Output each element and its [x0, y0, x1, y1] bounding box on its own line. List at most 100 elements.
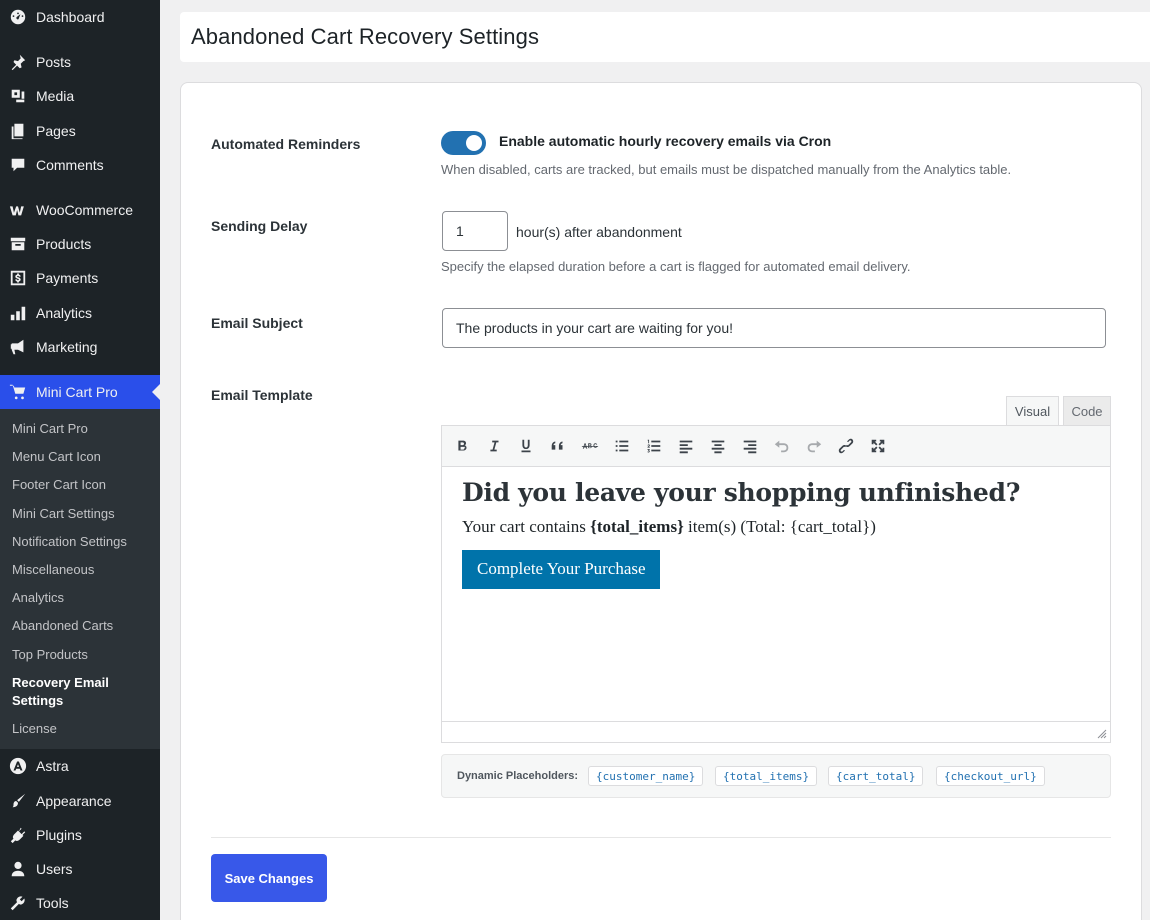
- email-template-editor[interactable]: Did you leave your shopping unfinished? …: [441, 425, 1111, 743]
- redo-icon[interactable]: [802, 434, 826, 458]
- delay-description: Specify the elapsed duration before a ca…: [441, 259, 911, 274]
- menu-item-posts[interactable]: Posts: [0, 45, 160, 79]
- tab-code[interactable]: Code: [1063, 396, 1111, 426]
- megaphone-icon: [8, 337, 28, 357]
- plug-icon: [8, 825, 28, 845]
- menu-item-media[interactable]: Media: [0, 79, 160, 113]
- menu-label: Marketing: [36, 339, 98, 355]
- menu-item-tools[interactable]: Tools: [0, 886, 160, 920]
- settings-card: Automated Reminders Enable automatic hou…: [180, 82, 1142, 920]
- pin-icon: [8, 52, 28, 72]
- menu-label: Dashboard: [36, 9, 105, 25]
- bullet-list-icon[interactable]: [610, 434, 634, 458]
- undo-icon[interactable]: [770, 434, 794, 458]
- menu-item-payments[interactable]: Payments: [0, 261, 160, 295]
- menu-label: Astra: [36, 758, 69, 774]
- placeholder-tag[interactable]: {customer_name}: [588, 766, 704, 786]
- menu-item-mini-cart-pro[interactable]: Mini Cart Pro: [0, 375, 160, 409]
- toggle-knob: [466, 135, 482, 151]
- submenu-item-mini-cart-settings[interactable]: Mini Cart Settings: [12, 505, 152, 523]
- menu-item-appearance[interactable]: Appearance: [0, 784, 160, 818]
- menu-item-marketing[interactable]: Marketing: [0, 330, 160, 364]
- submenu-item-abandoned-carts[interactable]: Abandoned Carts: [12, 617, 152, 635]
- body-prefix: Your cart contains: [462, 517, 591, 536]
- numbered-list-icon[interactable]: [642, 434, 666, 458]
- reminders-toggle[interactable]: [441, 131, 486, 155]
- editor-toolbar: [442, 426, 1110, 467]
- page-header: Abandoned Cart Recovery Settings: [180, 12, 1150, 62]
- menu-item-comments[interactable]: Comments: [0, 148, 160, 182]
- menu-item-users[interactable]: Users: [0, 852, 160, 886]
- reminders-description: When disabled, carts are tracked, but em…: [441, 162, 1012, 177]
- editor-content[interactable]: Did you leave your shopping unfinished? …: [462, 478, 1092, 589]
- submenu-item-top-products[interactable]: Top Products: [12, 646, 152, 664]
- menu-label: Products: [36, 236, 92, 252]
- fullscreen-icon[interactable]: [866, 434, 890, 458]
- body-suffix: item(s) (Total: {cart_total}): [683, 517, 876, 536]
- delay-input[interactable]: [442, 211, 508, 251]
- align-right-icon[interactable]: [738, 434, 762, 458]
- email-body-line: Your cart contains {total_items} item(s)…: [462, 517, 1092, 537]
- astra-icon: [8, 756, 28, 776]
- submenu-item-analytics[interactable]: Analytics: [12, 589, 152, 607]
- underline-icon[interactable]: [514, 434, 538, 458]
- placeholder-tag[interactable]: {total_items}: [715, 766, 818, 786]
- tab-visual[interactable]: Visual: [1006, 396, 1059, 426]
- menu-label: Plugins: [36, 827, 82, 843]
- submenu-item-menu-cart-icon[interactable]: Menu Cart Icon: [12, 448, 152, 466]
- archive-icon: [8, 234, 28, 254]
- menu-item-pages[interactable]: Pages: [0, 114, 160, 148]
- admin-sidebar: Dashboard Posts Media Pages Comments Woo…: [0, 0, 160, 920]
- link-icon[interactable]: [834, 434, 858, 458]
- menu-label: Payments: [36, 270, 99, 286]
- menu-item-plugins[interactable]: Plugins: [0, 818, 160, 852]
- italic-icon[interactable]: [482, 434, 506, 458]
- brush-icon: [8, 791, 28, 811]
- pages-icon: [8, 121, 28, 141]
- email-heading: Did you leave your shopping unfinished?: [462, 478, 1021, 507]
- comment-icon: [8, 155, 28, 175]
- complete-purchase-button[interactable]: Complete Your Purchase: [462, 550, 660, 589]
- menu-item-woocommerce[interactable]: WooCommerce: [0, 193, 160, 227]
- menu-label: Tools: [36, 895, 69, 911]
- submenu-item-recovery-email-settings[interactable]: Recovery Email Settings: [12, 674, 122, 710]
- dollar-icon: [8, 268, 28, 288]
- menu-label: Media: [36, 88, 75, 104]
- submenu-item-license[interactable]: License: [12, 720, 152, 738]
- cart-icon: [8, 382, 28, 402]
- save-changes-button[interactable]: Save Changes: [211, 854, 327, 902]
- submenu-item-footer-cart-icon[interactable]: Footer Cart Icon: [12, 476, 152, 494]
- editor-statusbar: [442, 721, 1110, 742]
- template-label: Email Template: [211, 387, 313, 403]
- quote-icon[interactable]: [546, 434, 570, 458]
- menu-label: Posts: [36, 54, 72, 70]
- submenu-item-mini-cart-pro[interactable]: Mini Cart Pro: [12, 420, 152, 438]
- resize-handle-icon[interactable]: [1097, 729, 1107, 739]
- strikethrough-icon[interactable]: [578, 434, 602, 458]
- bold-icon[interactable]: [450, 434, 474, 458]
- align-center-icon[interactable]: [706, 434, 730, 458]
- align-left-icon[interactable]: [674, 434, 698, 458]
- placeholder-tag[interactable]: {cart_total}: [828, 766, 924, 786]
- menu-item-analytics[interactable]: Analytics: [0, 296, 160, 330]
- dashboard-icon: [8, 7, 28, 27]
- menu-item-products[interactable]: Products: [0, 227, 160, 261]
- menu-label: Comments: [36, 157, 104, 173]
- subject-input[interactable]: [442, 308, 1106, 348]
- subject-label: Email Subject: [211, 315, 303, 331]
- menu-label: WooCommerce: [36, 202, 133, 218]
- submenu-item-notification-settings[interactable]: Notification Settings: [12, 533, 152, 551]
- body-placeholder: {total_items}: [590, 517, 684, 536]
- menu-item-dashboard[interactable]: Dashboard: [0, 0, 160, 34]
- reminders-toggle-label: Enable automatic hourly recovery emails …: [499, 133, 832, 149]
- placeholders-label: Dynamic Placeholders:: [457, 770, 579, 782]
- divider: [211, 837, 1111, 838]
- menu-label: Users: [36, 861, 73, 877]
- wrench-icon: [8, 893, 28, 913]
- reminders-label: Automated Reminders: [211, 136, 361, 152]
- delay-label: Sending Delay: [211, 218, 308, 234]
- menu-item-astra[interactable]: Astra: [0, 749, 160, 783]
- placeholder-tag[interactable]: {checkout_url}: [936, 766, 1045, 786]
- submenu-item-miscellaneous[interactable]: Miscellaneous: [12, 561, 152, 579]
- delay-suffix: hour(s) after abandonment: [516, 224, 682, 240]
